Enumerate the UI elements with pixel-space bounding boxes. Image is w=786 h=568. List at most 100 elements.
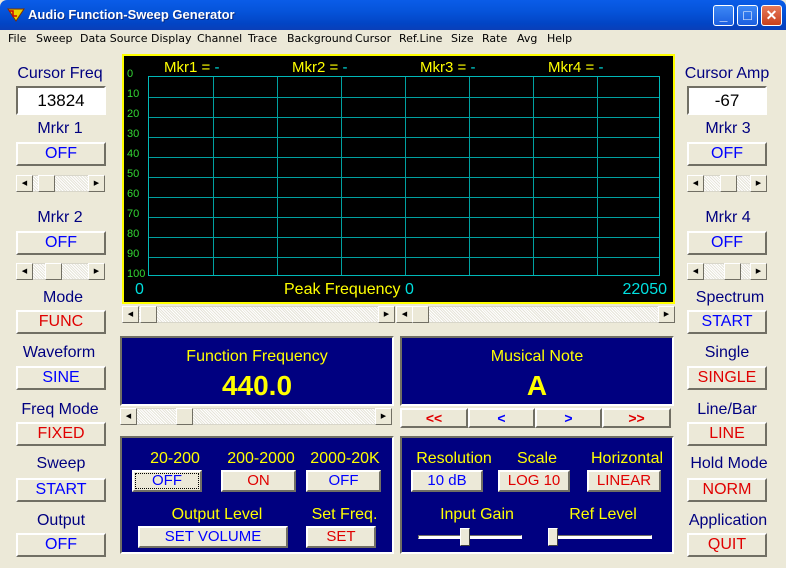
mrkr3-button[interactable]: OFF (687, 142, 767, 166)
mrkr1-scroll-thumb[interactable] (38, 175, 55, 192)
input-gain-knob[interactable] (460, 528, 471, 546)
display-scroll-left-thumb[interactable] (140, 306, 157, 323)
menu-avg[interactable]: Avg (517, 32, 537, 45)
mrkr4-scrollbar[interactable]: ◀ ▶ (687, 263, 767, 280)
spectrum-button[interactable]: START (687, 310, 767, 334)
menu-background[interactable]: Background (287, 32, 353, 45)
ref-level-slider[interactable] (548, 528, 652, 546)
display-scroll-left[interactable]: ◀ ▶ (122, 306, 395, 323)
note-next-octave-button[interactable]: >> (602, 408, 671, 428)
quit-button[interactable]: QUIT (687, 533, 767, 557)
display-scroll-right[interactable]: ◀ ▶ (396, 306, 675, 323)
set-frequency-button[interactable]: SET (306, 526, 376, 548)
hold-mode-label: Hold Mode (690, 455, 768, 472)
line-bar-button[interactable]: LINE (687, 422, 767, 446)
scroll-left-icon[interactable]: ◀ (396, 306, 413, 323)
mrkr4-button[interactable]: OFF (687, 231, 767, 255)
close-icon[interactable]: ✕ (761, 5, 782, 26)
client-area: Cursor Freq 13824 Mrkr 1 OFF ◀ ▶ Mrkr 2 … (3, 48, 783, 565)
range-2000-20k-label: 2000-20K (310, 450, 380, 467)
scroll-left-icon[interactable]: ◀ (122, 306, 139, 323)
menu-file[interactable]: File (8, 32, 26, 45)
line-bar-label: Line/Bar (697, 401, 757, 418)
musical-note-panel: Musical Note A (400, 336, 674, 406)
scroll-right-icon[interactable]: ▶ (750, 175, 767, 192)
mrkr2-scroll-thumb[interactable] (45, 263, 62, 280)
menu-data-source[interactable]: Data Source (80, 32, 148, 45)
scroll-left-icon[interactable]: ◀ (120, 408, 137, 425)
scroll-left-icon[interactable]: ◀ (687, 263, 704, 280)
hold-mode-button[interactable]: NORM (687, 478, 767, 502)
menu-channel[interactable]: Channel (197, 32, 242, 45)
range-200-2000-button[interactable]: ON (221, 470, 296, 492)
scroll-right-icon[interactable]: ▶ (378, 306, 395, 323)
window-title: Audio Function-Sweep Generator (28, 7, 235, 22)
scroll-right-icon[interactable]: ▶ (88, 263, 105, 280)
mode-button[interactable]: FUNC (16, 310, 106, 334)
menu-help[interactable]: Help (547, 32, 572, 45)
grid-line-h (149, 137, 659, 138)
horizontal-button[interactable]: LINEAR (587, 470, 661, 492)
resolution-button[interactable]: 10 dB (411, 470, 483, 492)
cursor-amp-field[interactable]: -67 (687, 86, 767, 115)
output-button[interactable]: OFF (16, 533, 106, 557)
input-gain-slider[interactable] (418, 528, 522, 546)
spectrum-grid (148, 76, 660, 276)
cursor-freq-label: Cursor Freq (17, 65, 103, 82)
minimize-icon[interactable]: _ (713, 5, 734, 26)
range-20-200-button[interactable]: OFF (132, 470, 202, 492)
scroll-right-icon[interactable]: ▶ (375, 408, 392, 425)
scroll-left-icon[interactable]: ◀ (16, 175, 33, 192)
app-icon (7, 8, 25, 22)
menu-sweep[interactable]: Sweep (36, 32, 73, 45)
mrkr3-scrollbar[interactable]: ◀ ▶ (687, 175, 767, 192)
note-next-button[interactable]: > (535, 408, 602, 428)
y-axis-label: 70 (127, 208, 140, 220)
display-scroll-right-thumb[interactable] (412, 306, 429, 323)
menu-rate[interactable]: Rate (482, 32, 507, 45)
scroll-right-icon[interactable]: ▶ (750, 263, 767, 280)
grid-line-h (149, 97, 659, 98)
mrkr3-label: Mrkr 3 (705, 120, 751, 137)
grid-line-v (277, 77, 278, 275)
marker-2-readout: Mkr2 = - (292, 59, 348, 76)
function-frequency-thumb[interactable] (176, 408, 193, 425)
note-prev-octave-button[interactable]: << (400, 408, 468, 428)
menu-ref-line[interactable]: Ref.Line (399, 32, 442, 45)
scroll-right-icon[interactable]: ▶ (88, 175, 105, 192)
cursor-freq-field[interactable]: 13824 (16, 86, 106, 115)
mrkr1-scrollbar[interactable]: ◀ ▶ (16, 175, 105, 192)
maximize-icon[interactable]: □ (737, 5, 758, 26)
x-axis-start: 0 (135, 281, 144, 298)
range-2000-20k-button[interactable]: OFF (306, 470, 381, 492)
spectrum-display[interactable]: Mkr1 = - Mkr2 = - Mkr3 = - Mkr4 = - 0 10 2… (122, 54, 675, 304)
mrkr1-button[interactable]: OFF (16, 142, 106, 166)
sweep-button[interactable]: START (16, 478, 106, 502)
single-button[interactable]: SINGLE (687, 366, 767, 390)
horizontal-label: Horizontal (590, 450, 664, 467)
mrkr3-scroll-thumb[interactable] (720, 175, 737, 192)
cursor-amp-label: Cursor Amp (684, 65, 770, 82)
waveform-label: Waveform (22, 344, 96, 361)
application-label: Application (688, 512, 768, 529)
scroll-left-icon[interactable]: ◀ (687, 175, 704, 192)
ref-level-knob[interactable] (548, 528, 558, 546)
waveform-button[interactable]: SINE (16, 366, 106, 390)
menu-size[interactable]: Size (451, 32, 474, 45)
y-axis-label: 0 (127, 68, 134, 80)
menu-display[interactable]: Display (151, 32, 192, 45)
mrkr4-scroll-thumb[interactable] (724, 263, 741, 280)
musical-note-value: A (526, 370, 548, 401)
freq-mode-button[interactable]: FIXED (16, 422, 106, 446)
mrkr2-button[interactable]: OFF (16, 231, 106, 255)
menu-trace[interactable]: Trace (248, 32, 277, 45)
scroll-left-icon[interactable]: ◀ (16, 263, 33, 280)
menu-cursor[interactable]: Cursor (355, 32, 391, 45)
grid-line-h (149, 237, 659, 238)
set-volume-button[interactable]: SET VOLUME (138, 526, 288, 548)
note-prev-button[interactable]: < (468, 408, 535, 428)
function-frequency-scrollbar[interactable]: ◀ ▶ (120, 408, 392, 425)
mrkr2-scrollbar[interactable]: ◀ ▶ (16, 263, 105, 280)
scroll-right-icon[interactable]: ▶ (658, 306, 675, 323)
scale-button[interactable]: LOG 10 (498, 470, 570, 492)
